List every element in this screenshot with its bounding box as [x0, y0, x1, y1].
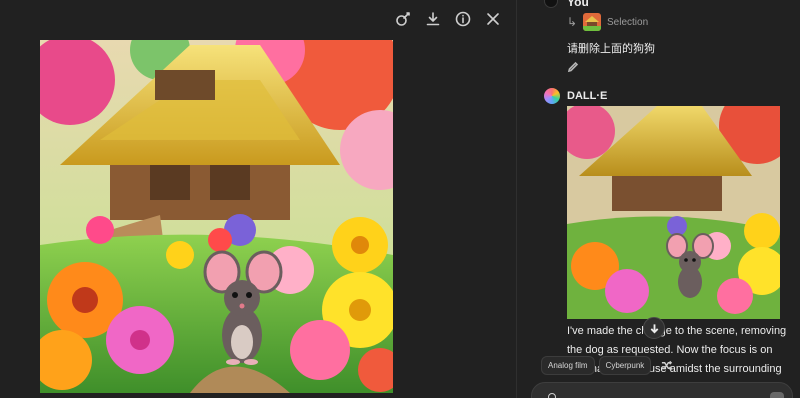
assistant-author-name: DALL·E — [567, 90, 608, 102]
user-avatar — [544, 0, 558, 8]
style-chip-cyberpunk[interactable]: Cyberpunk — [598, 356, 652, 375]
close-button[interactable] — [482, 8, 504, 30]
style-suggestions: Analog film Cyberpunk — [541, 356, 677, 375]
user-message: 请删除上面的狗狗 — [567, 42, 655, 55]
download-button[interactable] — [422, 8, 444, 30]
send-button[interactable] — [770, 392, 784, 398]
edit-image-icon — [396, 12, 410, 26]
download-icon — [426, 12, 440, 26]
selection-reference: ↳ Selection — [567, 13, 648, 31]
edit-message-button[interactable] — [567, 60, 581, 74]
scroll-to-bottom-button[interactable] — [643, 317, 665, 339]
generated-image — [40, 40, 393, 393]
shuffle-icon — [661, 360, 672, 371]
arrow-down-icon — [650, 323, 658, 333]
info-icon — [455, 11, 471, 27]
message-composer[interactable] — [531, 382, 793, 398]
result-image-thumbnail[interactable] — [567, 106, 780, 319]
selection-thumbnail[interactable] — [583, 13, 601, 31]
info-button[interactable] — [452, 8, 474, 30]
edit-image-button[interactable] — [392, 8, 414, 30]
composer-tool-icon[interactable] — [548, 393, 556, 398]
chat-panel: You ↳ Selection 请删除上面的狗狗 DALL·E I've mad… — [517, 0, 800, 398]
close-icon — [487, 13, 499, 25]
user-author-name: You — [567, 0, 589, 9]
dalle-avatar — [544, 88, 560, 104]
viewer-toolbar — [392, 8, 504, 30]
reply-arrow-icon: ↳ — [567, 15, 578, 29]
image-viewer — [0, 0, 516, 398]
shuffle-styles-button[interactable] — [655, 357, 677, 375]
selection-label: Selection — [607, 16, 649, 28]
style-chip-analog-film[interactable]: Analog film — [541, 356, 595, 375]
pencil-icon — [567, 61, 579, 73]
